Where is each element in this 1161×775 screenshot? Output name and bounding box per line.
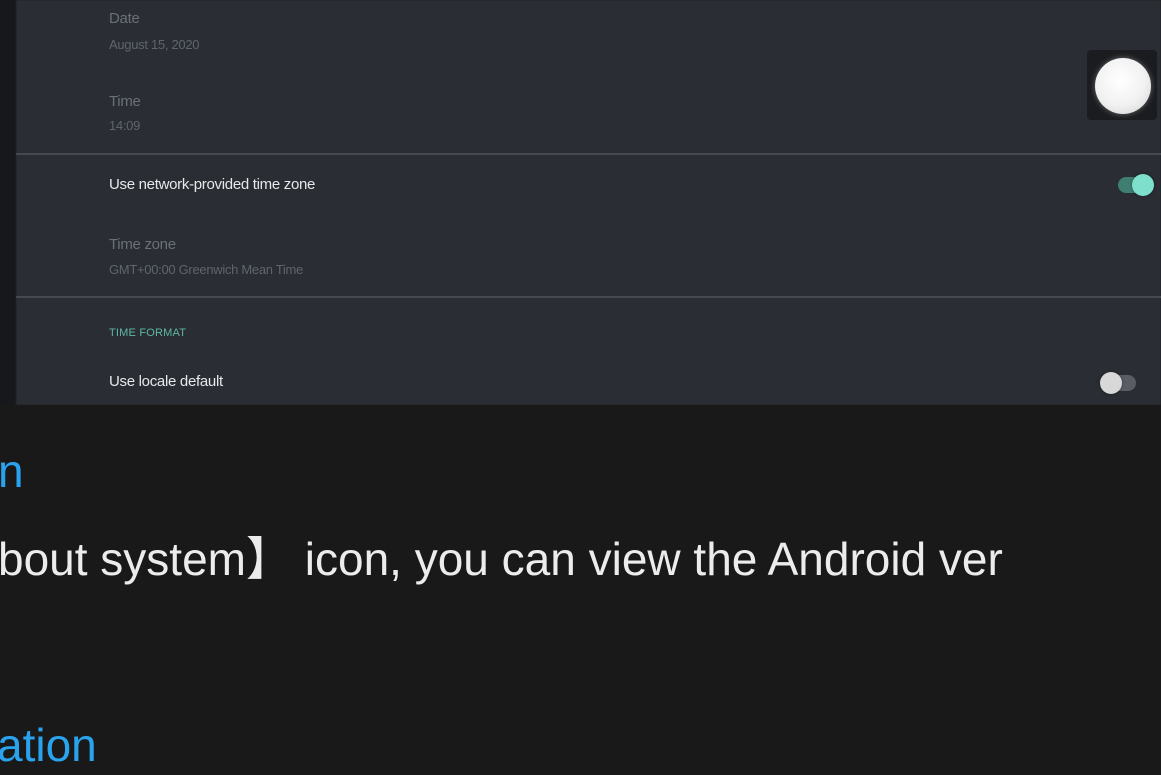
clock-tile [1087, 50, 1157, 120]
date-title: Date [109, 10, 140, 27]
left-strip [0, 0, 16, 405]
time-zone-value: GMT+00:00 Greenwich Mean Time [109, 262, 303, 277]
locale-default-label: Use locale default [109, 373, 223, 390]
settings-panel [16, 0, 1161, 405]
time-value: 14:09 [109, 118, 141, 133]
next-section-heading-partial: ation [0, 719, 97, 771]
divider [16, 296, 1161, 298]
time-format-header: TIME FORMAT [109, 327, 187, 339]
analog-clock-icon [1095, 58, 1151, 114]
section-heading-partial: n [0, 445, 24, 497]
locale-default-switch[interactable] [1100, 372, 1136, 394]
time-title: Time [109, 93, 141, 110]
body-text: bout system】 icon, you can view the Andr… [0, 533, 1003, 585]
page: Date August 15, 2020 Time 14:09 Use netw… [0, 0, 1161, 775]
settings-screenshot: Date August 15, 2020 Time 14:09 Use netw… [0, 0, 1161, 405]
date-value: August 15, 2020 [109, 37, 200, 52]
network-time-zone-switch[interactable] [1118, 174, 1154, 196]
switch-thumb [1132, 174, 1154, 196]
network-time-zone-label: Use network-provided time zone [109, 176, 316, 193]
divider [16, 153, 1161, 155]
switch-thumb [1100, 372, 1122, 394]
time-zone-title: Time zone [109, 236, 176, 253]
